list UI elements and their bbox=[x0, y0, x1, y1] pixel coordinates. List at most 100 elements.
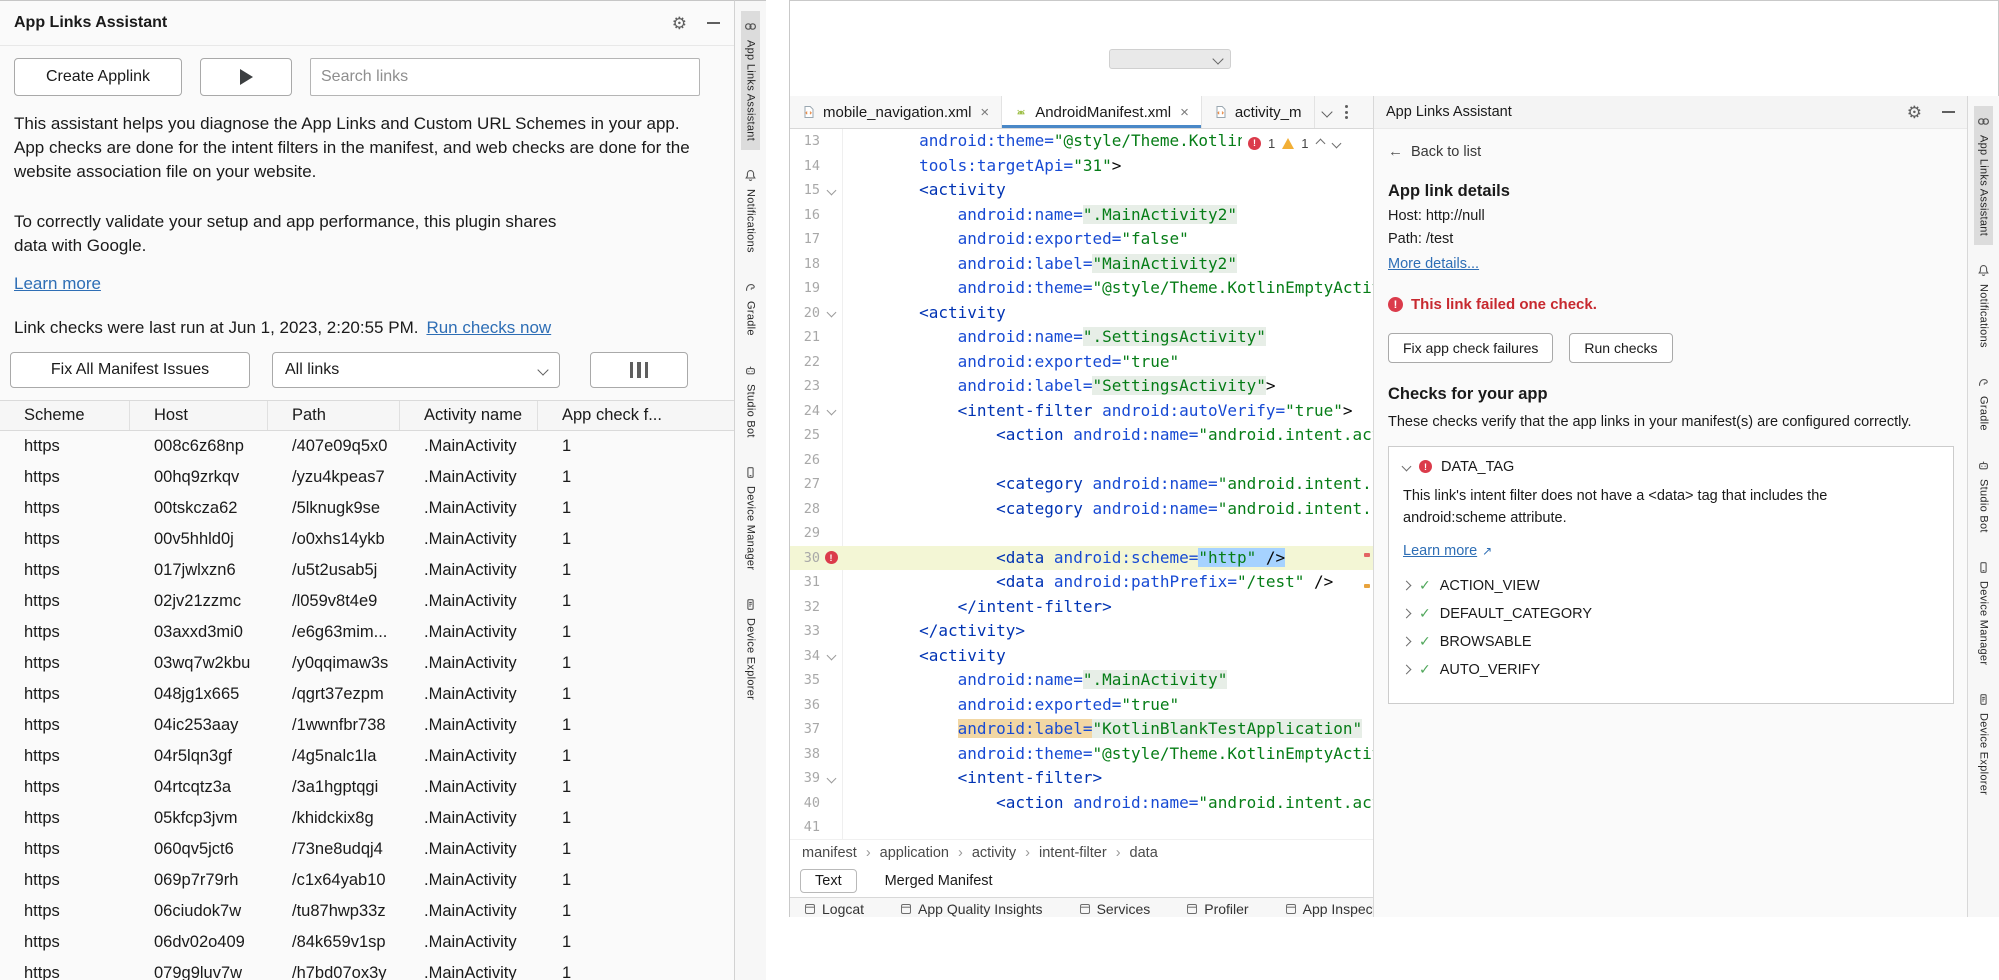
code-line-20[interactable]: 20 <activity bbox=[790, 301, 1373, 326]
breadcrumb-item-intent-filter[interactable]: intent-filter bbox=[1039, 845, 1107, 861]
column-settings-button[interactable] bbox=[590, 352, 688, 388]
create-applink-button[interactable]: Create Applink bbox=[14, 58, 182, 96]
bottom-tool-profiler[interactable]: Profiler bbox=[1186, 901, 1248, 917]
tool-strip-tab-studio-bot[interactable]: Studio Bot bbox=[1974, 450, 1993, 542]
table-row[interactable]: https048jg1x665/qgrt37ezpm.MainActivity1 bbox=[0, 679, 734, 710]
links-filter-dropdown[interactable]: All links bbox=[272, 352, 560, 388]
fold-chevron-icon[interactable] bbox=[826, 651, 836, 661]
editor-tab-mobile-navigation-xml[interactable]: mobile_navigation.xml× bbox=[790, 96, 1002, 128]
code-line-22[interactable]: 22 android:exported="true" bbox=[790, 350, 1373, 375]
next-issue-icon[interactable] bbox=[1332, 138, 1342, 148]
code-editor[interactable]: 13 android:theme="@style/Theme.KotlinEmp… bbox=[790, 129, 1373, 839]
code-line-17[interactable]: 17 android:exported="false" bbox=[790, 227, 1373, 252]
bottom-tool-app-inspection[interactable]: App Inspection bbox=[1285, 901, 1373, 917]
code-line-25[interactable]: 25 <action android:name="android.intent.… bbox=[790, 423, 1373, 448]
tool-strip-tab-notifications[interactable]: Notifications bbox=[741, 160, 760, 262]
code-line-41[interactable]: 41 bbox=[790, 815, 1373, 839]
hidden-tabs-chevron-icon[interactable] bbox=[1321, 106, 1332, 117]
code-line-31[interactable]: 31 <data android:pathPrefix="/test" /> bbox=[790, 570, 1373, 595]
code-line-37[interactable]: 37 android:label="KotlinBlankTestApplica… bbox=[790, 717, 1373, 742]
check-data-tag[interactable]: DATA_TAG bbox=[1403, 459, 1939, 475]
breadcrumb-item-application[interactable]: application bbox=[880, 845, 949, 861]
tool-strip-tab-notifications[interactable]: Notifications bbox=[1974, 255, 1993, 357]
more-options-icon[interactable] bbox=[1345, 105, 1348, 119]
table-row[interactable]: https05kfcp3jvm/khidckix8g.MainActivity1 bbox=[0, 803, 734, 834]
table-row[interactable]: https03wq7w2kbu/y0qqimaw3s.MainActivity1 bbox=[0, 648, 734, 679]
tool-strip-tab-device-manager[interactable]: Device Manager bbox=[741, 457, 760, 579]
code-line-34[interactable]: 34 <activity bbox=[790, 644, 1373, 669]
code-line-29[interactable]: 29 bbox=[790, 521, 1373, 546]
code-line-23[interactable]: 23 android:label="SettingsActivity"> bbox=[790, 374, 1373, 399]
fold-chevron-icon[interactable] bbox=[826, 406, 836, 416]
editor-tab-androidmanifest-xml[interactable]: AndroidManifest.xml× bbox=[1002, 96, 1202, 128]
code-line-24[interactable]: 24 <intent-filter android:autoVerify="tr… bbox=[790, 399, 1373, 424]
code-line-15[interactable]: 15 <activity bbox=[790, 178, 1373, 203]
tool-strip-tab-device-explorer[interactable]: Device Explorer bbox=[741, 589, 760, 709]
code-line-18[interactable]: 18 android:label="MainActivity2" bbox=[790, 252, 1373, 277]
run-button[interactable] bbox=[200, 58, 292, 96]
code-line-21[interactable]: 21 android:name=".SettingsActivity" bbox=[790, 325, 1373, 350]
column-header-app-check-f-[interactable]: App check f... bbox=[538, 401, 734, 430]
column-header-activity-name[interactable]: Activity name bbox=[400, 401, 538, 430]
tool-strip-tab-app-links-assistant[interactable]: App Links Assistant bbox=[741, 11, 760, 150]
table-row[interactable]: https079g9luv7w/h7bd07ox3y.MainActivity1 bbox=[0, 958, 734, 980]
bottom-tool-services[interactable]: Services bbox=[1079, 901, 1151, 917]
code-line-32[interactable]: 32 </intent-filter> bbox=[790, 595, 1373, 620]
code-line-35[interactable]: 35 android:name=".MainActivity" bbox=[790, 668, 1373, 693]
code-line-38[interactable]: 38 android:theme="@style/Theme.KotlinEmp… bbox=[790, 742, 1373, 767]
table-row[interactable]: https060qv5jct6/73ne8udqj4.MainActivity1 bbox=[0, 834, 734, 865]
table-row[interactable]: https017jwlxzn6/u5t2usab5j.MainActivity1 bbox=[0, 555, 734, 586]
table-row[interactable]: https04ic253aay/1wwnfbr738.MainActivity1 bbox=[0, 710, 734, 741]
search-links-input[interactable] bbox=[310, 58, 700, 96]
tool-strip-tab-gradle[interactable]: Gradle bbox=[741, 272, 760, 345]
tool-strip-tab-device-manager[interactable]: Device Manager bbox=[1974, 552, 1993, 674]
tool-strip-tab-gradle[interactable]: Gradle bbox=[1974, 367, 1993, 440]
inspections-widget[interactable]: 1 1 bbox=[1242, 132, 1346, 154]
code-line-39[interactable]: 39 <intent-filter> bbox=[790, 766, 1373, 791]
code-line-27[interactable]: 27 <category android:name="android.inten… bbox=[790, 472, 1373, 497]
tool-strip-tab-app-links-assistant[interactable]: App Links Assistant bbox=[1974, 106, 1993, 245]
more-details-link[interactable]: More details... bbox=[1388, 256, 1479, 272]
back-to-list-link[interactable]: ← Back to list bbox=[1388, 143, 1481, 160]
fix-all-manifest-issues-button[interactable]: Fix All Manifest Issues bbox=[10, 352, 250, 388]
table-row[interactable]: https00tskcza62/5lknugk9se.MainActivity1 bbox=[0, 493, 734, 524]
tool-strip-tab-studio-bot[interactable]: Studio Bot bbox=[741, 355, 760, 447]
table-row[interactable]: https00v5hhld0j/o0xhs14ykb.MainActivity1 bbox=[0, 524, 734, 555]
tab-text[interactable]: Text bbox=[800, 869, 857, 893]
table-row[interactable]: https03axxd3mi0/e6g63mim....MainActivity… bbox=[0, 617, 734, 648]
fold-chevron-icon[interactable] bbox=[826, 308, 836, 318]
code-line-36[interactable]: 36 android:exported="true" bbox=[790, 693, 1373, 718]
tool-strip-tab-device-explorer[interactable]: Device Explorer bbox=[1974, 684, 1993, 804]
code-line-40[interactable]: 40 <action android:name="android.intent.… bbox=[790, 791, 1373, 816]
table-row[interactable]: https069p7r79rh/c1x64yab10.MainActivity1 bbox=[0, 865, 734, 896]
code-line-26[interactable]: 26 bbox=[790, 448, 1373, 473]
settings-gear-icon[interactable]: ⚙ bbox=[672, 15, 687, 32]
code-line-28[interactable]: 28 <category android:name="android.inten… bbox=[790, 497, 1373, 522]
close-tab-icon[interactable]: × bbox=[1180, 104, 1189, 121]
breadcrumb-item-activity[interactable]: activity bbox=[972, 845, 1016, 861]
code-line-14[interactable]: 14 tools:targetApi="31"> bbox=[790, 154, 1373, 179]
panel-settings-gear-icon[interactable]: ⚙ bbox=[1907, 104, 1922, 121]
editor-tab-activity-m[interactable]: activity_m bbox=[1202, 96, 1315, 128]
fold-chevron-icon[interactable] bbox=[826, 773, 836, 783]
fold-chevron-icon[interactable] bbox=[826, 185, 836, 195]
table-row[interactable]: https06dv02o409/84k659v1sp.MainActivity1 bbox=[0, 927, 734, 958]
passed-check-default-category[interactable]: ✓DEFAULT_CATEGORY bbox=[1403, 605, 1939, 622]
table-row[interactable]: https04rtcqtz3a/3a1hgptqgi.MainActivity1 bbox=[0, 772, 734, 803]
code-line-30[interactable]: 30 <data android:scheme="http" /> bbox=[790, 546, 1373, 571]
minimize-icon[interactable] bbox=[707, 22, 720, 24]
column-header-host[interactable]: Host bbox=[130, 401, 268, 430]
table-row[interactable]: https06ciudok7w/tu87hwp33z.MainActivity1 bbox=[0, 896, 734, 927]
table-row[interactable]: https04r5lqn3gf/4g5nalc1la.MainActivity1 bbox=[0, 741, 734, 772]
code-line-16[interactable]: 16 android:name=".MainActivity2" bbox=[790, 203, 1373, 228]
close-tab-icon[interactable]: × bbox=[980, 104, 989, 121]
previous-issue-icon[interactable] bbox=[1316, 138, 1326, 148]
breadcrumb-item-manifest[interactable]: manifest bbox=[802, 845, 857, 861]
learn-more-link[interactable]: Learn more bbox=[1403, 543, 1477, 559]
column-header-path[interactable]: Path bbox=[268, 401, 400, 430]
bottom-tool-app-quality-insights[interactable]: App Quality Insights bbox=[900, 901, 1043, 917]
code-line-19[interactable]: 19 android:theme="@style/Theme.KotlinEmp… bbox=[790, 276, 1373, 301]
bottom-tool-logcat[interactable]: Logcat bbox=[804, 901, 864, 917]
run-checks-button[interactable]: Run checks bbox=[1569, 333, 1672, 363]
table-row[interactable]: https02jv21zzmc/l059v8t4e9.MainActivity1 bbox=[0, 586, 734, 617]
